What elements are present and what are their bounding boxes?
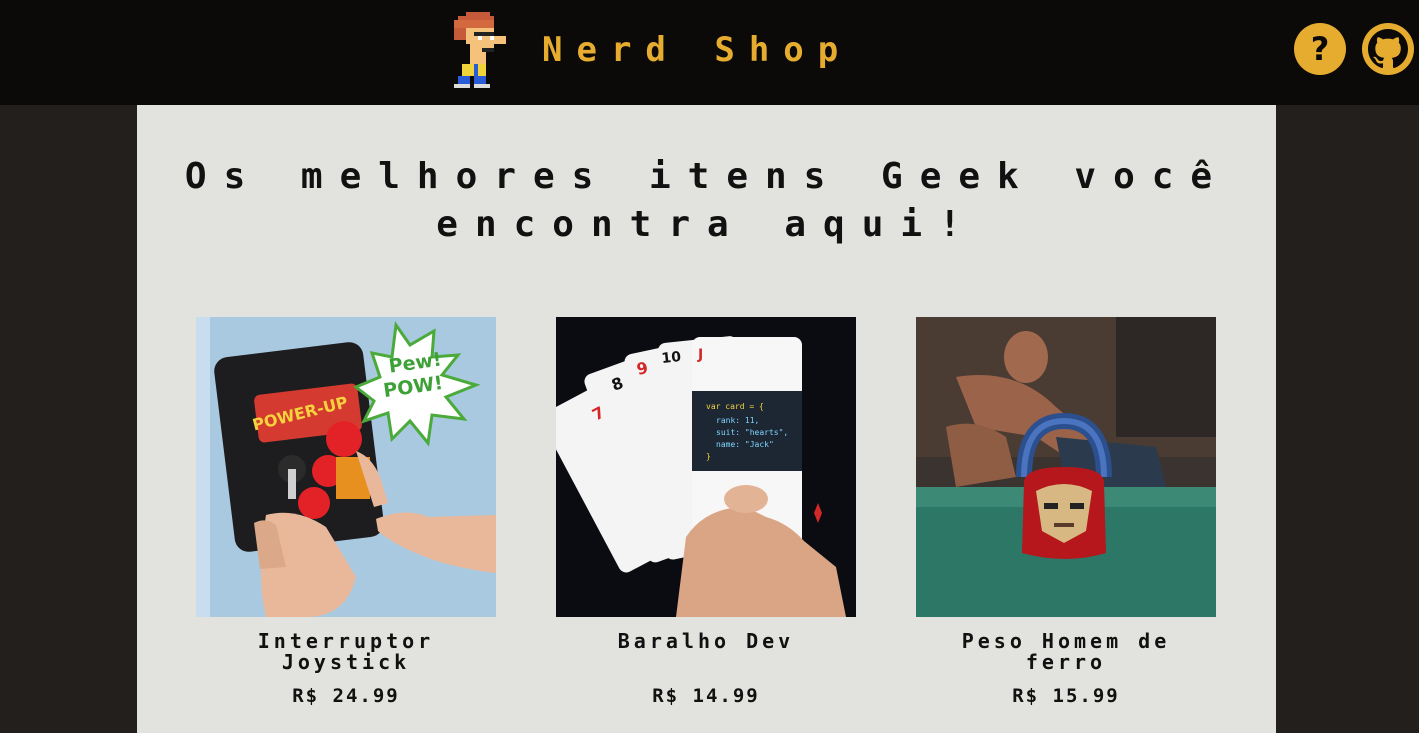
product-price: R$ 15.99 — [1012, 685, 1120, 707]
site-header: Nerd Shop ? — [0, 0, 1419, 105]
question-mark-icon: ? — [1310, 30, 1330, 68]
product-card[interactable]: Peso Homem de ferro R$ 15.99 — [916, 317, 1216, 707]
svg-text:var card = {: var card = { — [706, 402, 764, 411]
iron-man-kettlebell-image — [916, 317, 1216, 617]
brand-name: Nerd Shop — [542, 30, 853, 70]
main-content: Os melhores itens Geek você encontra aqu… — [137, 105, 1276, 733]
github-button[interactable] — [1362, 23, 1414, 75]
product-name: Baralho Dev — [617, 629, 795, 653]
arcade-joystick-switch-image: POWER-UP Pew! POW! — [196, 317, 496, 617]
developer-playing-cards-image: var card = { rank: 11, suit: "hearts", n… — [556, 317, 856, 617]
svg-text:name: "Jack": name: "Jack" — [716, 440, 774, 449]
help-button[interactable]: ? — [1294, 23, 1346, 75]
product-image[interactable]: POWER-UP Pew! POW! — [196, 317, 496, 617]
product-card[interactable]: POWER-UP Pew! POW! Interruptor Joystick … — [196, 317, 496, 707]
github-icon — [1368, 29, 1408, 69]
product-name: Interruptor Joystick — [257, 629, 435, 674]
svg-text:rank: 11,: rank: 11, — [716, 416, 759, 425]
svg-text:}: } — [706, 452, 711, 461]
product-price: R$ 24.99 — [292, 685, 400, 707]
product-card[interactable]: var card = { rank: 11, suit: "hearts", n… — [556, 317, 856, 707]
pixel-nerd-character-icon — [454, 12, 506, 88]
svg-text:10: 10 — [661, 349, 682, 367]
svg-text:suit: "hearts",: suit: "hearts", — [716, 428, 788, 437]
svg-text:J: J — [697, 347, 703, 363]
page-headline: Os melhores itens Geek você encontra aqu… — [184, 156, 1230, 245]
product-price: R$ 14.99 — [652, 685, 760, 707]
product-name: Peso Homem de ferro — [961, 629, 1171, 674]
home-logo-link[interactable]: Nerd Shop — [450, 12, 852, 88]
product-image[interactable]: var card = { rank: 11, suit: "hearts", n… — [556, 317, 856, 617]
product-image[interactable] — [916, 317, 1216, 617]
